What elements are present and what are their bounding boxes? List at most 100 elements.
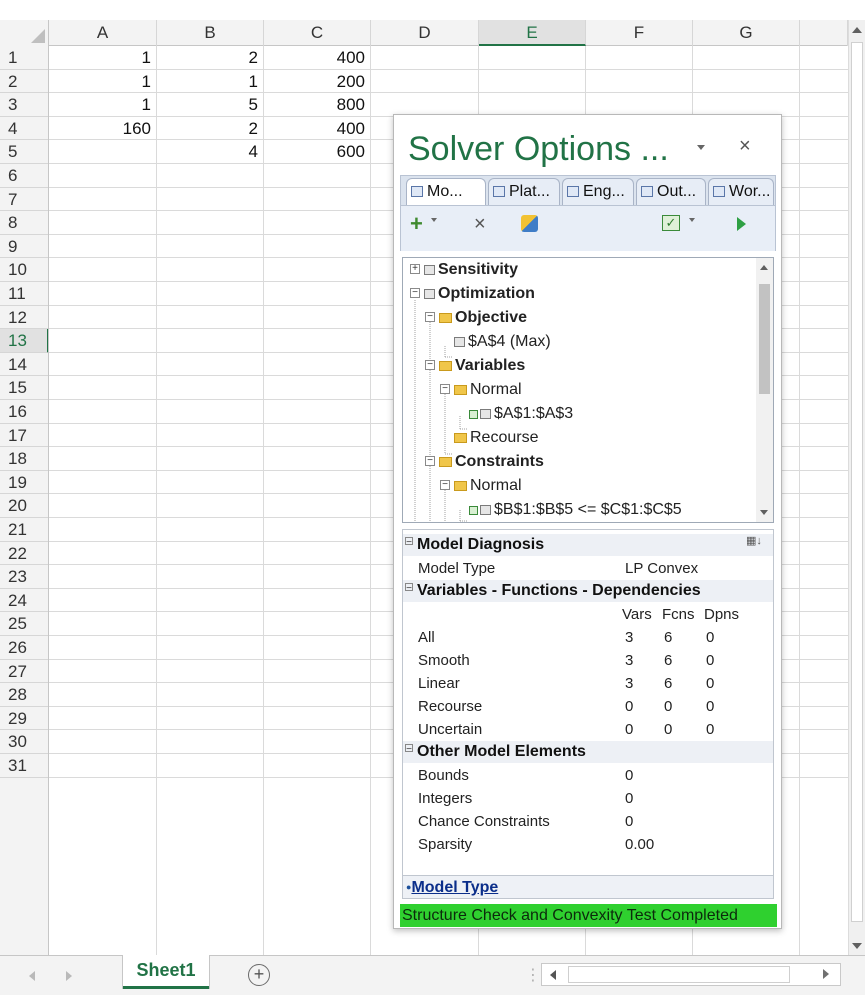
tab-model[interactable]: Mo... [406,178,486,205]
tab-workbook[interactable]: Wor... [708,178,774,205]
row-header-26[interactable]: 26 [0,636,48,660]
row-header-8[interactable]: 8 [0,211,48,235]
scroll-left-arrow-icon[interactable] [550,970,556,980]
row-header-27[interactable]: 27 [0,660,48,684]
row-header-18[interactable]: 18 [0,447,48,471]
row-header-29[interactable]: 29 [0,707,48,731]
row-header-31[interactable]: 31 [0,754,48,778]
row-header-20[interactable]: 20 [0,494,48,518]
row-header-12[interactable]: 12 [0,306,48,330]
row-header-13[interactable]: 13 [0,329,48,353]
row-header-15[interactable]: 15 [0,376,48,400]
category-model-diagnosis[interactable]: − Model Diagnosis [403,534,773,556]
column-header-a[interactable]: A [49,20,157,46]
row-header-17[interactable]: 17 [0,424,48,448]
row-header-5[interactable]: 5 [0,140,48,164]
cell-c1[interactable]: 400 [264,46,371,69]
row-header-1[interactable]: 1 [0,46,48,70]
category-other-model-elements[interactable]: − Other Model Elements [403,741,773,763]
expand-toggle-icon[interactable]: + [410,264,420,274]
row-header-10[interactable]: 10 [0,258,48,282]
cell-a1[interactable]: 1 [49,46,157,69]
analyze-icon[interactable]: ✓ [662,215,680,231]
row-header-22[interactable]: 22 [0,542,48,566]
sort-properties-icon[interactable]: ▦↓ [746,534,762,547]
add-sheet-button[interactable]: + [248,964,270,986]
collapse-toggle-icon[interactable]: − [405,537,413,548]
collapse-toggle-icon[interactable]: − [425,312,435,322]
tab-platform[interactable]: Plat... [488,178,560,205]
cell-c4[interactable]: 400 [264,117,371,140]
row-header-19[interactable]: 19 [0,471,48,495]
collapse-toggle-icon[interactable]: − [425,360,435,370]
row-header-23[interactable]: 23 [0,565,48,589]
prev-sheet-icon[interactable] [29,971,35,981]
scroll-down-arrow-icon[interactable] [852,943,862,949]
pane-close-button[interactable]: × [739,135,751,158]
tree-scroll-down-icon[interactable] [760,510,768,515]
tab-engine[interactable]: Eng... [562,178,634,205]
row-header-30[interactable]: 30 [0,730,48,754]
vertical-scroll-thumb[interactable] [851,42,863,922]
tab-output[interactable]: Out... [636,178,706,205]
add-dropdown-icon[interactable] [431,218,437,222]
row-header-21[interactable]: 21 [0,518,48,542]
row-header-16[interactable]: 16 [0,400,48,424]
cell-b5[interactable]: 4 [157,140,264,163]
cell-a2[interactable]: 1 [49,70,157,93]
cell-c3[interactable]: 800 [264,93,371,116]
column-header-e[interactable]: E [479,20,586,46]
cell-b2[interactable]: 1 [157,70,264,93]
row-header-3[interactable]: 3 [0,93,48,117]
refresh-icon[interactable] [521,215,538,232]
row-header-9[interactable]: 9 [0,235,48,259]
row-header-24[interactable]: 24 [0,589,48,613]
tree-scroll-up-icon[interactable] [760,265,768,270]
scroll-up-arrow-icon[interactable] [852,27,862,33]
column-header-d[interactable]: D [371,20,479,46]
cell-b3[interactable]: 5 [157,93,264,116]
next-sheet-icon[interactable] [66,971,72,981]
column-header-c[interactable]: C [264,20,371,46]
horizontal-scroll-thumb[interactable] [568,966,790,983]
column-header-g[interactable]: G [693,20,800,46]
cell-c5[interactable]: 600 [264,140,371,163]
cell-a3[interactable]: 1 [49,93,157,116]
horizontal-scrollbar[interactable] [541,963,841,986]
tree-scroll-thumb[interactable] [759,284,770,394]
row-header-28[interactable]: 28 [0,683,48,707]
scroll-right-arrow-icon[interactable] [823,969,829,979]
collapse-toggle-icon[interactable]: − [440,480,450,490]
model-tree[interactable]: + Sensitivity − Optimization − Objective $A$4 … [402,257,774,523]
pane-options-dropdown-icon[interactable] [697,145,705,150]
sheet-tab-sheet1[interactable]: Sheet1 [123,955,209,989]
row-header-2[interactable]: 2 [0,70,48,94]
column-header-b[interactable]: B [157,20,264,46]
row-header-11[interactable]: 11 [0,282,48,306]
select-all-corner[interactable] [0,20,49,46]
model-type-link[interactable]: Model Type [411,879,498,896]
row-header-14[interactable]: 14 [0,353,48,377]
collapse-toggle-icon[interactable]: − [425,456,435,466]
column-header-f[interactable]: F [586,20,693,46]
category-dependencies[interactable]: − Variables - Functions - Dependencies [403,580,773,602]
cell-a4[interactable]: 160 [49,117,157,140]
row-header-4[interactable]: 4 [0,117,48,141]
cell-b4[interactable]: 2 [157,117,264,140]
row-header-25[interactable]: 25 [0,612,48,636]
run-solve-icon[interactable] [737,217,746,231]
column-header-next[interactable] [800,20,848,46]
cell-c2[interactable]: 200 [264,70,371,93]
row-header-6[interactable]: 6 [0,164,48,188]
tab-splitter-icon[interactable]: ⋮ [525,965,541,985]
tree-scrollbar[interactable] [756,258,773,522]
collapse-toggle-icon[interactable]: − [405,744,413,755]
collapse-toggle-icon[interactable]: − [405,583,413,594]
vertical-scrollbar[interactable] [848,20,865,955]
row-header-7[interactable]: 7 [0,188,48,212]
collapse-toggle-icon[interactable]: − [440,384,450,394]
add-icon[interactable]: + [410,211,423,237]
analyze-dropdown-icon[interactable] [689,218,695,222]
collapse-toggle-icon[interactable]: − [410,288,420,298]
delete-icon[interactable]: × [474,213,486,236]
